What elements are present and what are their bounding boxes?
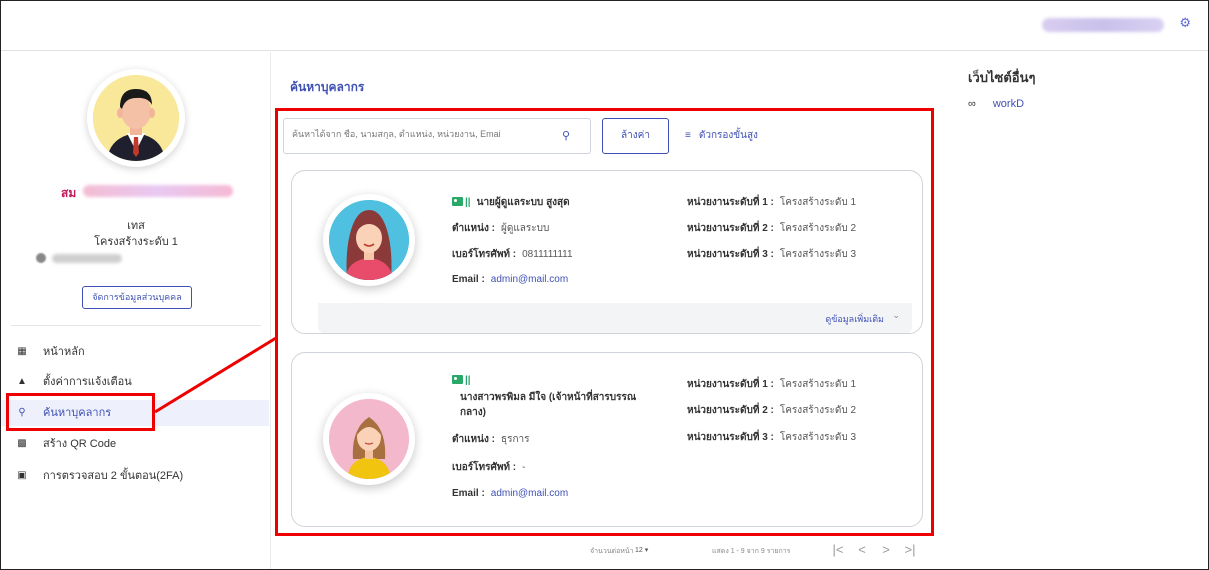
highlight-box-nav	[6, 393, 155, 431]
external-link-workd[interactable]: ∞ workD	[968, 98, 1024, 110]
qr-code-icon: ▩	[17, 438, 27, 449]
profile-structure: โครงสร้างระดับ 1	[94, 236, 178, 248]
prev-page-button[interactable]: <	[850, 542, 874, 557]
other-websites-title: เว็บไซต์อื่นๆ	[968, 70, 1036, 85]
sidebar-divider	[11, 325, 261, 326]
profile-name: สม	[61, 184, 233, 200]
sidebar-item-create-qr-code[interactable]: ▩ สร้าง QR Code	[1, 431, 269, 457]
next-page-button[interactable]: >	[874, 542, 898, 557]
manage-personal-data-button[interactable]: จัดการข้อมูลส่วนบุคคล	[82, 286, 192, 309]
highlight-box-main	[275, 108, 934, 536]
profile-name-blurred	[83, 185, 233, 197]
sidebar: สม เทส โครงสร้างระดับ 1 จัดการข้อมูลส่วน…	[1, 52, 271, 569]
phone-icon	[36, 253, 46, 263]
user-email-blurred[interactable]	[1042, 18, 1164, 32]
sidebar-item-label: การตรวจสอบ 2 ขั้นตอน(2FA)	[43, 470, 184, 482]
first-page-button[interactable]: |<	[826, 542, 850, 557]
per-page-select[interactable]: 12 ▾	[635, 546, 648, 554]
sidebar-item-label: ตั้งค่าการแจ้งเตือน	[43, 376, 132, 388]
pagination-nav: |< < > >|	[826, 542, 926, 557]
top-bar: ⚙	[1, 1, 1208, 51]
sidebar-item-notification-settings[interactable]: ▲ ตั้งค่าการแจ้งเตือน	[1, 369, 269, 395]
last-page-button[interactable]: >|	[898, 542, 922, 557]
sidebar-item-2fa[interactable]: ▣ การตรวจสอบ 2 ขั้นตอน(2FA)	[1, 463, 269, 489]
page-title: ค้นหาบุคลากร	[290, 80, 365, 94]
man-avatar-icon	[93, 75, 179, 161]
profile-name-prefix: สม	[61, 186, 77, 200]
external-link-label[interactable]: workD	[993, 98, 1024, 110]
per-page-label: จำนวนต่อหน้า	[590, 548, 634, 555]
sidebar-item-home[interactable]: ▦ หน้าหลัก	[1, 339, 269, 365]
profile-phone-blurred	[36, 252, 126, 264]
sidebar-item-label: หน้าหลัก	[43, 346, 85, 358]
link-icon: ∞	[968, 98, 976, 110]
two-factor-icon: ▣	[17, 470, 27, 481]
bell-icon: ▲	[17, 376, 27, 387]
profile-avatar	[87, 69, 185, 167]
sidebar-item-label: สร้าง QR Code	[43, 438, 117, 450]
pagination-range: แสดง 1 - 9 จาก 9 รายการ	[712, 548, 791, 555]
gear-icon[interactable]: ⚙	[1179, 15, 1191, 31]
grid-icon: ▦	[17, 346, 27, 357]
